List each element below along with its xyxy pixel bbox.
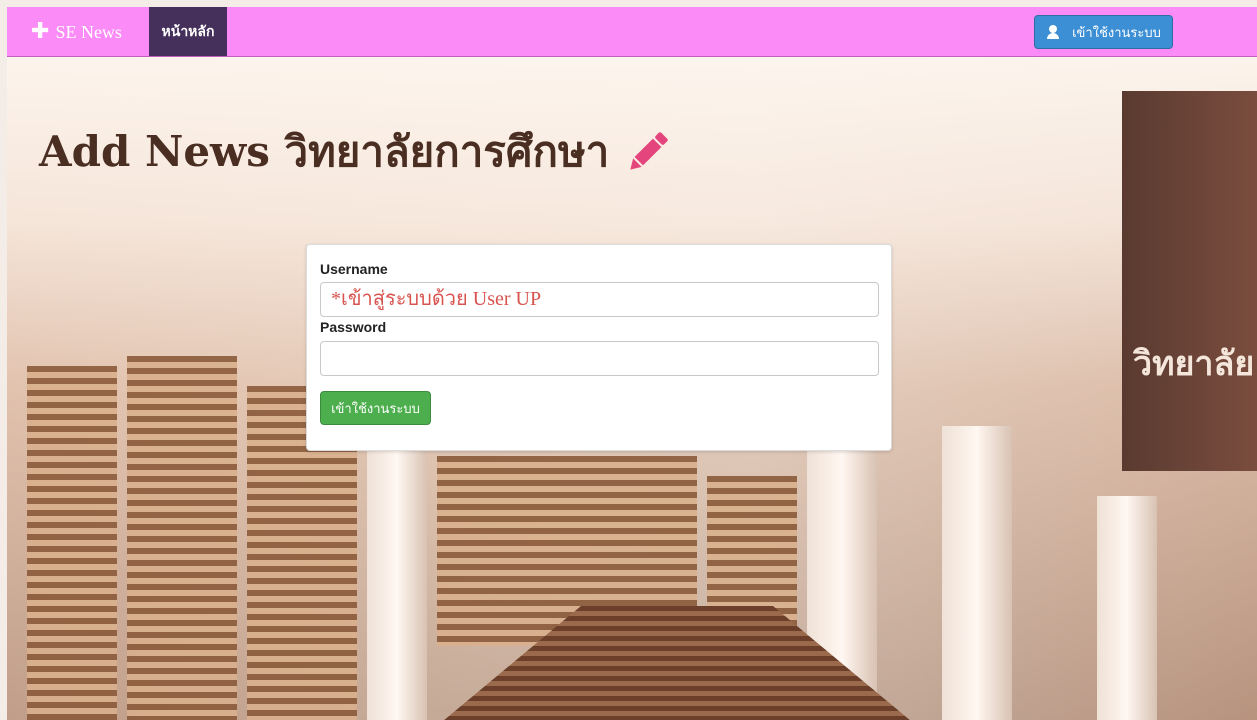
navbar: ✚ SE News หน้าหลัก เข้าใช้งานระบบ [7, 7, 1257, 57]
building-louver [127, 356, 237, 720]
nav-item-home[interactable]: หน้าหลัก [149, 7, 227, 56]
username-input[interactable] [320, 282, 879, 317]
building-pillar [942, 426, 1012, 720]
pencil-icon [630, 132, 668, 170]
login-card: Username Password เข้าใช้งานระบบ [306, 244, 892, 451]
brand-label: SE News [55, 21, 122, 42]
building-sign [1122, 91, 1257, 471]
password-input[interactable] [320, 341, 879, 376]
login-nav-label: เข้าใช้งานระบบ [1072, 24, 1161, 40]
login-submit-button[interactable]: เข้าใช้งานระบบ [320, 391, 431, 425]
building-sign-text: วิทยาลัย [1133, 344, 1253, 384]
user-icon [1046, 25, 1060, 39]
page-title-text: Add News วิทยาลัยการศึกษา [39, 127, 610, 176]
page-title: Add News วิทยาลัยการศึกษา [39, 119, 673, 185]
building-louver [27, 366, 117, 720]
page: วิทยาลัย ✚ SE News หน้าหลัก เข้าใช้งานระ… [7, 7, 1257, 720]
building-pillar [367, 436, 427, 720]
login-nav-button[interactable]: เข้าใช้งานระบบ [1034, 15, 1173, 49]
password-label: Password [320, 319, 387, 335]
plus-icon: ✚ [31, 19, 50, 44]
building-pillar [1097, 496, 1157, 720]
username-label: Username [320, 261, 388, 277]
brand-link[interactable]: ✚ SE News [31, 17, 122, 47]
